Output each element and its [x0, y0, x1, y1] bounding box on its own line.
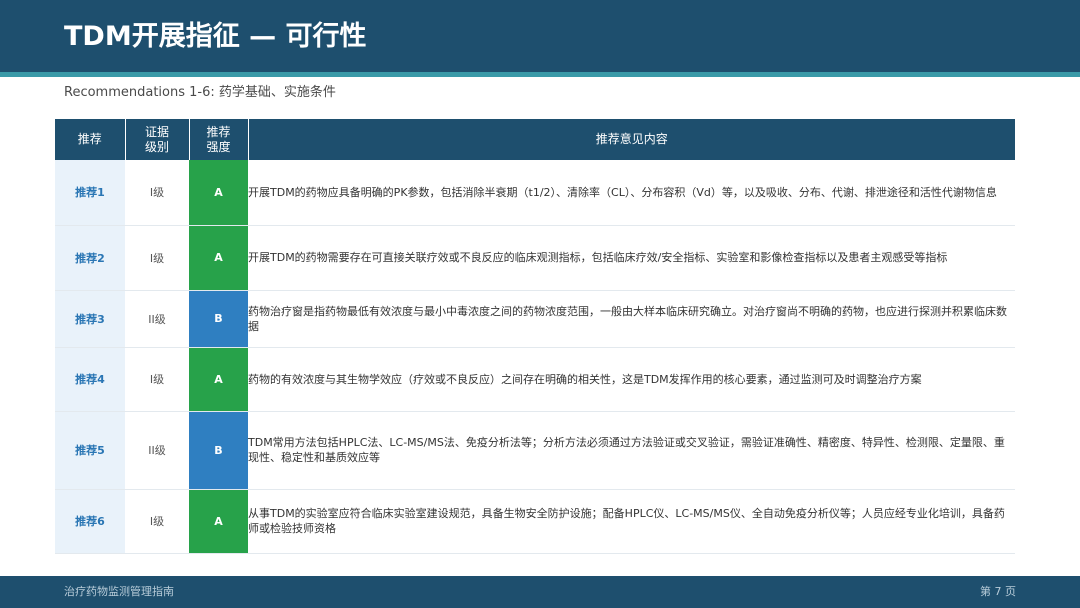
table-row: 推荐2 I级 A 开展TDM的药物需要存在可直接关联疗效或不良反应的临床观测指标… [55, 225, 1015, 291]
recommendation-content: 开展TDM的药物需要存在可直接关联疗效或不良反应的临床观测指标，包括临床疗效/安… [248, 225, 1015, 291]
recommendation-content: 从事TDM的实验室应符合临床实验室建设规范，具备生物安全防护设施；配备HPLC仪… [248, 489, 1015, 554]
footer-document-title: 治疗药物监测管理指南 [64, 585, 174, 598]
recommendation-content: 开展TDM的药物应具备明确的PK参数，包括消除半衰期（t1/2）、清除率（CL）… [248, 160, 1015, 226]
table-row: 推荐6 I级 A 从事TDM的实验室应符合临床实验室建设规范，具备生物安全防护设… [55, 489, 1015, 554]
strength-badge: A [189, 160, 248, 226]
evidence-level: I级 [125, 160, 189, 226]
table-row: 推荐1 I级 A 开展TDM的药物应具备明确的PK参数，包括消除半衰期（t1/2… [55, 160, 1015, 226]
table-row: 推荐4 I级 A 药物的有效浓度与其生物学效应（疗效或不良反应）之间存在明确的相… [55, 347, 1015, 412]
footer-page-number: 第 7 页 [980, 585, 1016, 598]
recommendation-content: 药物治疗窗是指药物最低有效浓度与最小中毒浓度之间的药物浓度范围，一般由大样本临床… [248, 290, 1015, 348]
recommendation-id: 推荐2 [55, 225, 125, 291]
page-subtitle: Recommendations 1-6: 药学基础、实施条件 [64, 85, 336, 100]
evidence-level: II级 [125, 411, 189, 490]
recommendation-id: 推荐1 [55, 160, 125, 226]
column-header-evidence-level: 证据 级别 [125, 119, 190, 160]
strength-badge: B [189, 411, 248, 490]
strength-badge: A [189, 489, 248, 554]
table-row: 推荐5 II级 B TDM常用方法包括HPLC法、LC-MS/MS法、免疫分析法… [55, 411, 1015, 490]
column-header-evidence-level-line1: 证据 [144, 124, 169, 139]
evidence-level: I级 [125, 489, 189, 554]
evidence-level: II级 [125, 290, 189, 348]
column-header-recommendation: 推荐 [55, 119, 126, 160]
recommendation-id: 推荐4 [55, 347, 125, 412]
column-header-content: 推荐意见内容 [248, 119, 1015, 160]
column-header-strength-line2: 强度 [206, 139, 231, 154]
recommendation-id: 推荐6 [55, 489, 125, 554]
column-header-strength: 推荐 强度 [189, 119, 249, 160]
strength-badge: A [189, 347, 248, 412]
recommendation-id: 推荐5 [55, 411, 125, 490]
column-header-strength-line1: 推荐 [206, 124, 231, 139]
strength-badge: B [189, 290, 248, 348]
evidence-level: I级 [125, 225, 189, 291]
column-header-evidence-level-line2: 级别 [144, 139, 169, 154]
recommendation-id: 推荐3 [55, 290, 125, 348]
evidence-level: I级 [125, 347, 189, 412]
table-header-row: 推荐 证据 级别 推荐 强度 推荐意见内容 [55, 119, 1015, 160]
strength-badge: A [189, 225, 248, 291]
recommendations-table: 推荐 证据 级别 推荐 强度 推荐意见内容 推荐1 I级 A 开展TDM的药物应… [55, 119, 1015, 554]
page-title: TDM开展指征 — 可行性 [64, 21, 367, 52]
header-accent-line [0, 72, 1080, 77]
recommendation-content: TDM常用方法包括HPLC法、LC-MS/MS法、免疫分析法等；分析方法必须通过… [248, 411, 1015, 490]
recommendation-content: 药物的有效浓度与其生物学效应（疗效或不良反应）之间存在明确的相关性，这是TDM发… [248, 347, 1015, 412]
table-row: 推荐3 II级 B 药物治疗窗是指药物最低有效浓度与最小中毒浓度之间的药物浓度范… [55, 290, 1015, 348]
